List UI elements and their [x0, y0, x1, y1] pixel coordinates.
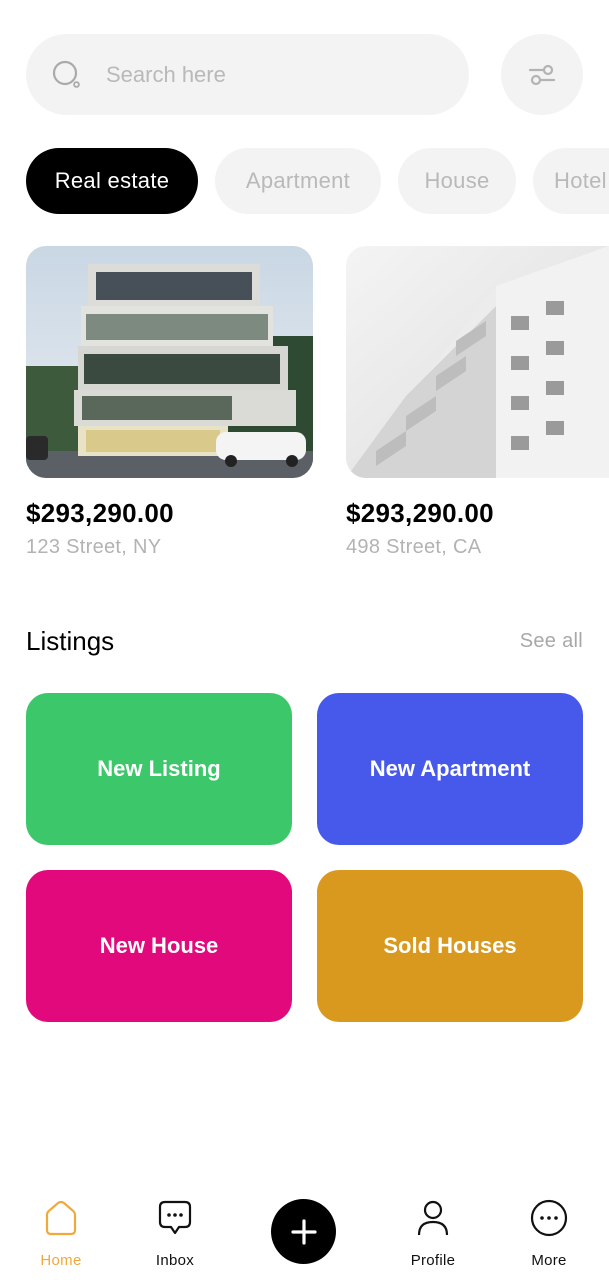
nav-inbox[interactable]: Inbox	[130, 1180, 220, 1280]
chip-apartment[interactable]: Apartment	[215, 148, 381, 214]
more-icon	[530, 1198, 568, 1238]
property-card[interactable]: $293,290.00 123 Street, NY	[26, 246, 313, 558]
plus-icon	[290, 1218, 317, 1245]
nav-profile[interactable]: Profile	[388, 1180, 478, 1280]
nav-home-label: Home	[40, 1252, 82, 1269]
home-icon	[44, 1198, 78, 1238]
category-chips: Real estate Apartment House Hotel	[26, 148, 609, 214]
nav-profile-label: Profile	[410, 1252, 456, 1269]
search-icon	[52, 60, 82, 90]
search-bar[interactable]	[26, 34, 469, 115]
nav-more-label: More	[531, 1252, 567, 1269]
chat-icon	[158, 1198, 192, 1238]
property-price: $293,290.00	[346, 498, 494, 528]
sold-houses-tile[interactable]: Sold Houses	[317, 870, 583, 1022]
chip-hotel[interactable]: Hotel	[533, 148, 609, 214]
chip-real-estate[interactable]: Real estate	[26, 148, 198, 214]
nav-home[interactable]: Home	[16, 1180, 106, 1280]
property-price: $293,290.00	[26, 498, 174, 528]
new-listing-tile[interactable]: New Listing	[26, 693, 292, 845]
property-photo	[26, 246, 313, 478]
nav-inbox-label: Inbox	[155, 1252, 195, 1269]
new-house-tile[interactable]: New House	[26, 870, 292, 1022]
bottom-nav: Home Inbox Profile More	[0, 1180, 609, 1280]
filter-icon	[528, 64, 556, 86]
property-photo	[346, 246, 609, 478]
search-input[interactable]	[106, 34, 446, 115]
filter-button[interactable]	[501, 34, 583, 115]
add-button[interactable]	[271, 1199, 336, 1264]
see-all-link[interactable]: See all	[520, 630, 583, 653]
chip-house[interactable]: House	[398, 148, 516, 214]
nav-more[interactable]: More	[504, 1180, 594, 1280]
listings-title: Listings	[26, 626, 115, 656]
property-address: 498 Street, CA	[346, 536, 482, 558]
new-apartment-tile[interactable]: New Apartment	[317, 693, 583, 845]
property-address: 123 Street, NY	[26, 536, 162, 558]
user-icon	[416, 1198, 450, 1238]
property-card[interactable]: $293,290.00 498 Street, CA	[346, 246, 609, 558]
